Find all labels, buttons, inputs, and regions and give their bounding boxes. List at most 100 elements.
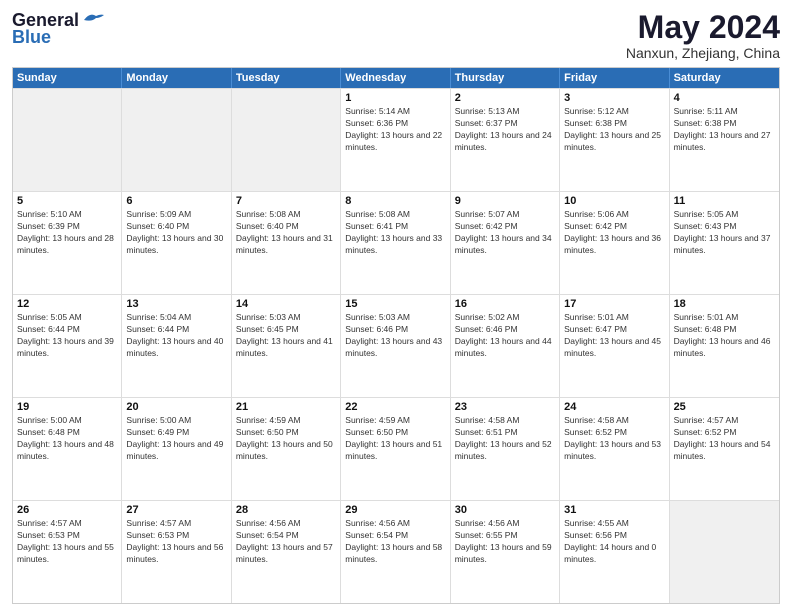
day-24: 24 Sunrise: 4:58 AMSunset: 6:52 PMDayligh… [560, 398, 669, 500]
day-7: 7 Sunrise: 5:08 AMSunset: 6:40 PMDaylight… [232, 192, 341, 294]
week-5: 26Sunrise: 4:57 AMSunset: 6:53 PMDayligh… [13, 500, 779, 603]
week-2: 5 Sunrise: 5:10 AMSunset: 6:39 PMDaylight… [13, 191, 779, 294]
day-19: 19Sunrise: 5:00 AMSunset: 6:48 PMDayligh… [13, 398, 122, 500]
day-11: 11Sunrise: 5:05 AMSunset: 6:43 PMDayligh… [670, 192, 779, 294]
day-number-5: 5 [17, 195, 117, 207]
day-number-3: 3 [564, 92, 664, 104]
cell-info-25: Sunrise: 4:57 AMSunset: 6:52 PMDaylight:… [674, 415, 775, 463]
cell-info-23: Sunrise: 4:58 AMSunset: 6:51 PMDaylight:… [455, 415, 555, 463]
day-12: 12Sunrise: 5:05 AMSunset: 6:44 PMDayligh… [13, 295, 122, 397]
day-number-31: 31 [564, 504, 664, 516]
day-number-26: 26 [17, 504, 117, 516]
day-number-28: 28 [236, 504, 336, 516]
cell-info-28: Sunrise: 4:56 AMSunset: 6:54 PMDaylight:… [236, 518, 336, 566]
title-block: May 2024 Nanxun, Zhejiang, China [626, 10, 780, 61]
day-number-1: 1 [345, 92, 445, 104]
day-29: 29 Sunrise: 4:56 AMSunset: 6:54 PMDayligh… [341, 501, 450, 603]
day-6: 6 Sunrise: 5:09 AMSunset: 6:40 PMDaylight… [122, 192, 231, 294]
cell-info-30: Sunrise: 4:56 AMSunset: 6:55 PMDaylight:… [455, 518, 555, 566]
day-28: 28 Sunrise: 4:56 AMSunset: 6:54 PMDayligh… [232, 501, 341, 603]
day-number-6: 6 [126, 195, 226, 207]
day-number-14: 14 [236, 298, 336, 310]
day-26: 26Sunrise: 4:57 AMSunset: 6:53 PMDayligh… [13, 501, 122, 603]
day-1: 1 Sunrise: 5:14 AMSunset: 6:36 PMDaylight… [341, 89, 450, 191]
cell-info-10: Sunrise: 5:06 AMSunset: 6:42 PMDaylight:… [564, 209, 664, 257]
cell-info-3: Sunrise: 5:12 AMSunset: 6:38 PMDaylight:… [564, 106, 664, 154]
day-21: 21 Sunrise: 4:59 AMSunset: 6:50 PMDayligh… [232, 398, 341, 500]
day-10: 10 Sunrise: 5:06 AMSunset: 6:42 PMDayligh… [560, 192, 669, 294]
day-2: 2Sunrise: 5:13 AMSunset: 6:37 PMDaylight… [451, 89, 560, 191]
day-number-25: 25 [674, 401, 775, 413]
calendar-title: May 2024 [626, 10, 780, 45]
col-saturday: Saturday [670, 68, 779, 88]
day-number-21: 21 [236, 401, 336, 413]
cell-info-31: Sunrise: 4:55 AMSunset: 6:56 PMDaylight:… [564, 518, 664, 566]
cell-info-21: Sunrise: 4:59 AMSunset: 6:50 PMDaylight:… [236, 415, 336, 463]
day-18: 18 Sunrise: 5:01 AMSunset: 6:48 PMDayligh… [670, 295, 779, 397]
day-13: 13 Sunrise: 5:04 AMSunset: 6:44 PMDayligh… [122, 295, 231, 397]
page: General Blue May 2024 Nanxun, Zhejiang, … [0, 0, 792, 612]
day-number-29: 29 [345, 504, 445, 516]
calendar-header: Sunday Monday Tuesday Wednesday Thursday… [13, 68, 779, 88]
week-3: 12Sunrise: 5:05 AMSunset: 6:44 PMDayligh… [13, 294, 779, 397]
cell-info-8: Sunrise: 5:08 AMSunset: 6:41 PMDaylight:… [345, 209, 445, 257]
day-4: 4 Sunrise: 5:11 AMSunset: 6:38 PMDaylight… [670, 89, 779, 191]
cell-info-1: Sunrise: 5:14 AMSunset: 6:36 PMDaylight:… [345, 106, 445, 154]
day-5: 5 Sunrise: 5:10 AMSunset: 6:39 PMDaylight… [13, 192, 122, 294]
cell-info-5: Sunrise: 5:10 AMSunset: 6:39 PMDaylight:… [17, 209, 117, 257]
cell-info-17: Sunrise: 5:01 AMSunset: 6:47 PMDaylight:… [564, 312, 664, 360]
day-number-22: 22 [345, 401, 445, 413]
cell-info-2: Sunrise: 5:13 AMSunset: 6:37 PMDaylight:… [455, 106, 555, 154]
day-30: 30Sunrise: 4:56 AMSunset: 6:55 PMDayligh… [451, 501, 560, 603]
cell-info-24: Sunrise: 4:58 AMSunset: 6:52 PMDaylight:… [564, 415, 664, 463]
day-number-15: 15 [345, 298, 445, 310]
day-number-11: 11 [674, 195, 775, 207]
cell-info-4: Sunrise: 5:11 AMSunset: 6:38 PMDaylight:… [674, 106, 775, 154]
cell-info-9: Sunrise: 5:07 AMSunset: 6:42 PMDaylight:… [455, 209, 555, 257]
cell-info-6: Sunrise: 5:09 AMSunset: 6:40 PMDaylight:… [126, 209, 226, 257]
day-31: 31 Sunrise: 4:55 AMSunset: 6:56 PMDayligh… [560, 501, 669, 603]
day-number-27: 27 [126, 504, 226, 516]
empty-cell [232, 89, 341, 191]
day-number-24: 24 [564, 401, 664, 413]
day-number-23: 23 [455, 401, 555, 413]
day-number-16: 16 [455, 298, 555, 310]
day-9: 9 Sunrise: 5:07 AMSunset: 6:42 PMDaylight… [451, 192, 560, 294]
cell-info-15: Sunrise: 5:03 AMSunset: 6:46 PMDaylight:… [345, 312, 445, 360]
cell-info-14: Sunrise: 5:03 AMSunset: 6:45 PMDaylight:… [236, 312, 336, 360]
day-number-10: 10 [564, 195, 664, 207]
day-20: 20 Sunrise: 5:00 AMSunset: 6:49 PMDayligh… [122, 398, 231, 500]
day-number-13: 13 [126, 298, 226, 310]
col-monday: Monday [122, 68, 231, 88]
header: General Blue May 2024 Nanxun, Zhejiang, … [12, 10, 780, 61]
day-number-18: 18 [674, 298, 775, 310]
empty-cell [670, 501, 779, 603]
cell-info-22: Sunrise: 4:59 AMSunset: 6:50 PMDaylight:… [345, 415, 445, 463]
day-number-9: 9 [455, 195, 555, 207]
day-16: 16 Sunrise: 5:02 AMSunset: 6:46 PMDayligh… [451, 295, 560, 397]
cell-info-13: Sunrise: 5:04 AMSunset: 6:44 PMDaylight:… [126, 312, 226, 360]
cell-info-29: Sunrise: 4:56 AMSunset: 6:54 PMDaylight:… [345, 518, 445, 566]
cell-info-7: Sunrise: 5:08 AMSunset: 6:40 PMDaylight:… [236, 209, 336, 257]
cell-info-16: Sunrise: 5:02 AMSunset: 6:46 PMDaylight:… [455, 312, 555, 360]
day-number-8: 8 [345, 195, 445, 207]
day-22: 22 Sunrise: 4:59 AMSunset: 6:50 PMDayligh… [341, 398, 450, 500]
week-1: 1 Sunrise: 5:14 AMSunset: 6:36 PMDaylight… [13, 88, 779, 191]
cell-info-18: Sunrise: 5:01 AMSunset: 6:48 PMDaylight:… [674, 312, 775, 360]
logo-blue: Blue [12, 27, 51, 48]
day-27: 27Sunrise: 4:57 AMSunset: 6:53 PMDayligh… [122, 501, 231, 603]
calendar-location: Nanxun, Zhejiang, China [626, 45, 780, 61]
day-number-7: 7 [236, 195, 336, 207]
day-25: 25 Sunrise: 4:57 AMSunset: 6:52 PMDayligh… [670, 398, 779, 500]
logo-bird-icon [82, 12, 104, 28]
cell-info-20: Sunrise: 5:00 AMSunset: 6:49 PMDaylight:… [126, 415, 226, 463]
col-tuesday: Tuesday [232, 68, 341, 88]
day-3: 3 Sunrise: 5:12 AMSunset: 6:38 PMDaylight… [560, 89, 669, 191]
day-23: 23 Sunrise: 4:58 AMSunset: 6:51 PMDayligh… [451, 398, 560, 500]
day-number-4: 4 [674, 92, 775, 104]
col-wednesday: Wednesday [341, 68, 450, 88]
day-number-17: 17 [564, 298, 664, 310]
day-15: 15 Sunrise: 5:03 AMSunset: 6:46 PMDayligh… [341, 295, 450, 397]
col-thursday: Thursday [451, 68, 560, 88]
day-number-20: 20 [126, 401, 226, 413]
